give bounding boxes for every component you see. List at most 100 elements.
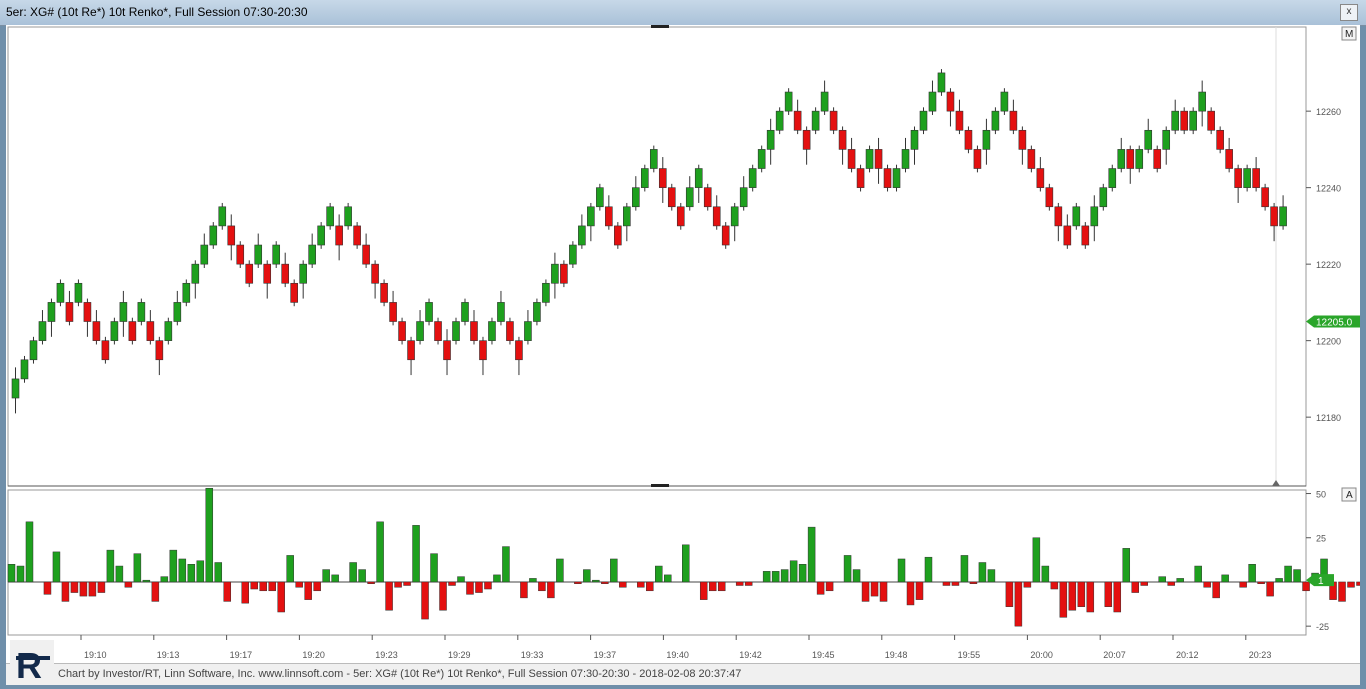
renko-brick xyxy=(173,302,182,322)
renko-brick xyxy=(11,378,20,399)
renko-brick xyxy=(1108,168,1117,188)
renko-brick xyxy=(667,187,676,208)
volume-bar xyxy=(79,581,88,597)
renko-brick xyxy=(1180,110,1188,131)
chart-area[interactable]: 12180 12200 12220 12240 12260 12205.0 M A 50 25 -2… xyxy=(6,25,1366,663)
volume-bar xyxy=(1266,581,1274,597)
volume-bar xyxy=(196,560,205,583)
renko-brick xyxy=(829,110,838,131)
renko-brick xyxy=(1135,149,1144,169)
mid-splitter-handle[interactable] xyxy=(651,484,669,487)
volume-bar xyxy=(879,581,888,602)
renko-brick xyxy=(901,149,910,169)
renko-brick xyxy=(802,129,811,150)
volume-bar xyxy=(520,581,528,599)
renko-brick xyxy=(416,321,424,341)
renko-brick xyxy=(506,321,514,341)
volume-bar xyxy=(493,574,501,583)
volume-bar xyxy=(16,565,25,583)
price-tick-label: 12220 xyxy=(1316,260,1341,270)
volume-bar xyxy=(1113,581,1122,613)
renko-brick xyxy=(560,263,568,284)
renko-brick xyxy=(1207,110,1215,131)
renko-brick xyxy=(955,110,964,131)
volume-bar xyxy=(259,581,267,592)
volume-bar xyxy=(699,581,708,600)
volume-bar xyxy=(843,555,852,583)
renko-brick xyxy=(83,302,92,322)
volume-bar xyxy=(951,581,960,586)
renko-brick xyxy=(74,282,83,303)
renko-brick xyxy=(838,129,847,150)
last-price-label: 12205.0 xyxy=(1316,318,1353,329)
volume-bar xyxy=(682,544,690,583)
renko-brick xyxy=(200,244,209,265)
renko-brick xyxy=(1090,206,1099,227)
renko-brick xyxy=(38,321,47,341)
close-button[interactable]: x xyxy=(1340,4,1358,21)
volume-bar xyxy=(97,581,106,593)
top-splitter-handle[interactable] xyxy=(651,25,669,28)
volume-bar xyxy=(295,581,303,588)
time-tick-label: 20:23 xyxy=(1249,650,1272,660)
time-tick-label: 19:33 xyxy=(521,650,544,660)
renko-brick xyxy=(614,225,622,246)
volume-bar xyxy=(304,581,312,600)
volume-bar xyxy=(1221,574,1229,583)
volume-bar xyxy=(106,549,115,583)
volume-bar xyxy=(924,556,933,583)
last-volume-label: 1 xyxy=(1318,576,1324,587)
renko-brick xyxy=(703,187,712,208)
renko-brick xyxy=(164,321,173,341)
renko-brick xyxy=(775,110,784,131)
volume-bar xyxy=(798,564,807,583)
scroll-marker[interactable] xyxy=(1272,480,1280,486)
volume-bar xyxy=(735,581,744,586)
volume-bar xyxy=(475,581,483,593)
volume-bar xyxy=(376,521,384,583)
renko-brick xyxy=(425,302,433,322)
renko-brick xyxy=(982,129,991,150)
renko-brick xyxy=(676,206,685,227)
renko-brick xyxy=(443,340,451,361)
linnsoft-logo: R xyxy=(10,640,54,684)
renko-brick xyxy=(182,282,191,303)
volume-bar xyxy=(1212,581,1220,599)
renko-brick xyxy=(1045,187,1054,208)
chart-svg[interactable]: 12180 12200 12220 12240 12260 12205.0 M A 50 25 -2… xyxy=(6,25,1366,663)
renko-brick xyxy=(730,206,739,227)
renko-brick xyxy=(766,129,775,150)
volume-bar xyxy=(1275,578,1283,583)
volume-bar xyxy=(1050,581,1059,590)
renko-brick xyxy=(1099,187,1108,208)
renko-brick xyxy=(245,263,254,284)
volume-bar xyxy=(1293,569,1301,583)
volume-tick-label: 25 xyxy=(1316,534,1326,544)
volume-bar xyxy=(547,581,555,599)
volume-bar xyxy=(169,549,178,583)
time-tick-label: 20:12 xyxy=(1176,650,1199,660)
volume-bar xyxy=(780,569,789,583)
renko-brick xyxy=(632,187,640,208)
renko-brick xyxy=(263,263,272,284)
renko-brick xyxy=(793,110,802,131)
time-tick-label: 19:40 xyxy=(666,650,689,660)
volume-bar xyxy=(717,581,726,592)
renko-brick xyxy=(623,206,631,227)
volume-bar xyxy=(1077,581,1086,607)
volume-bar xyxy=(115,565,124,583)
renko-brick xyxy=(299,263,307,284)
volume-bar xyxy=(816,581,825,595)
volume-bar xyxy=(861,581,870,602)
price-tick-label: 12240 xyxy=(1316,184,1341,194)
renko-brick xyxy=(191,263,200,284)
renko-brick xyxy=(712,206,721,227)
volume-bar xyxy=(7,564,16,583)
volume-bar xyxy=(466,581,474,595)
volume-bar xyxy=(601,581,609,584)
volume-bar xyxy=(403,581,411,586)
renko-brick xyxy=(1036,168,1045,188)
renko-brick xyxy=(110,321,119,341)
renko-brick xyxy=(29,340,38,361)
volume-bar xyxy=(619,581,627,588)
